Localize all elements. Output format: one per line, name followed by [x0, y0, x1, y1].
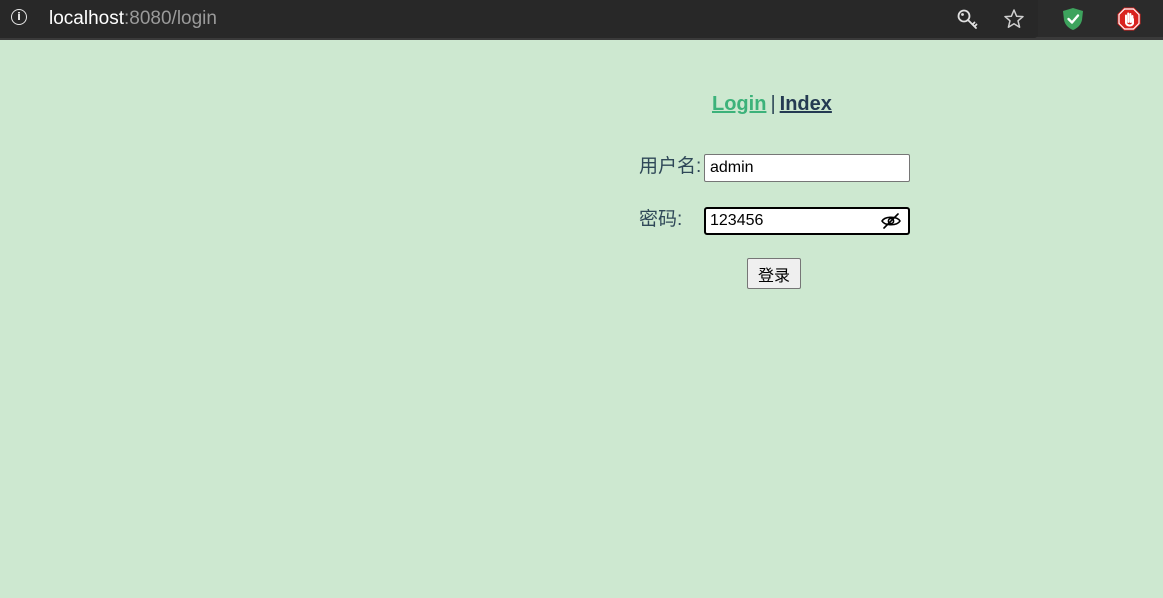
url-path: :8080/login [124, 8, 217, 29]
browser-toolbar: i localhost:8080/login [0, 0, 1163, 40]
star-icon[interactable] [1002, 7, 1026, 31]
shield-check-icon[interactable] [1060, 6, 1086, 32]
nav-separator: | [770, 93, 776, 115]
url-host: localhost [49, 8, 124, 29]
key-icon[interactable] [956, 8, 980, 30]
password-input[interactable] [706, 209, 884, 233]
username-label: 用户名: [639, 156, 702, 177]
username-input[interactable] [704, 154, 910, 182]
info-icon[interactable]: i [11, 9, 27, 25]
login-button[interactable]: 登录 [747, 258, 801, 289]
password-field[interactable] [704, 207, 910, 235]
url-text[interactable]: localhost:8080/login [49, 8, 217, 30]
eye-slash-icon[interactable] [880, 212, 902, 230]
address-bar[interactable]: i localhost:8080/login [0, 0, 1038, 38]
index-link[interactable]: Index [780, 93, 832, 115]
login-link[interactable]: Login [712, 93, 766, 115]
stop-hand-icon[interactable] [1116, 6, 1142, 32]
password-label: 密码: [639, 209, 683, 230]
top-nav: Login | Index [712, 92, 832, 116]
